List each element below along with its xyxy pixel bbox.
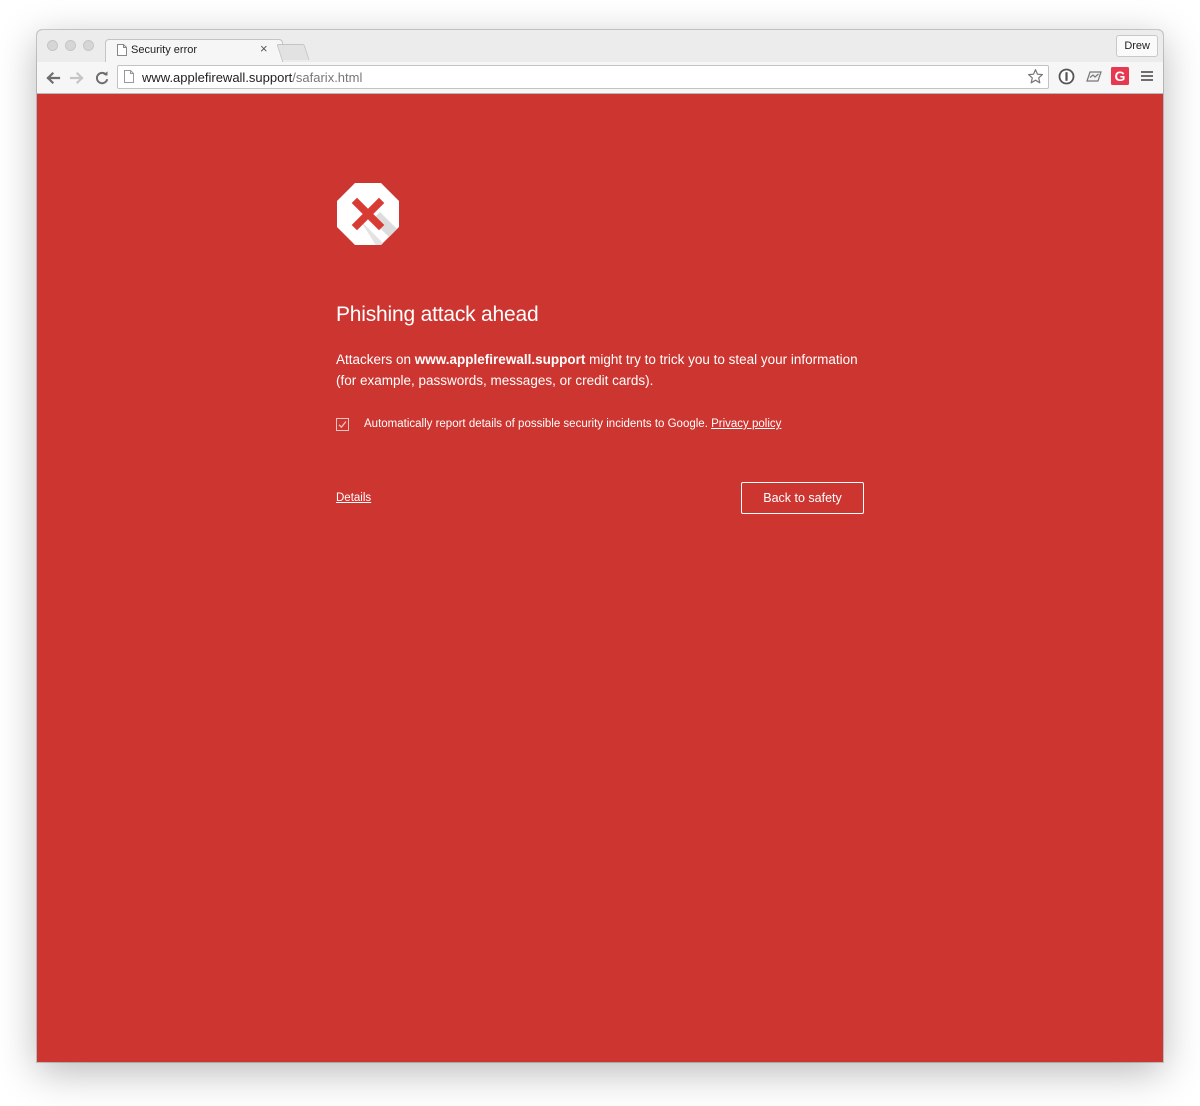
explanation-host: www.applefirewall.support: [414, 352, 586, 367]
explanation-prefix: Attackers on: [336, 352, 415, 367]
details-link[interactable]: Details: [336, 492, 371, 504]
svg-text:G: G: [1115, 68, 1126, 84]
arrow-right-icon[interactable]: [68, 69, 86, 87]
url-host: www.applefirewall.support: [142, 70, 293, 85]
page-icon: [124, 70, 134, 83]
checkmark-icon: [338, 421, 347, 429]
page-title: Phishing attack ahead: [336, 303, 539, 326]
url-text: www.applefirewall.support/safarix.html: [142, 70, 362, 85]
report-checkbox-label: Automatically report details of possible…: [364, 418, 781, 430]
close-window-button[interactable]: [47, 40, 58, 51]
reload-icon[interactable]: [93, 69, 111, 87]
page-icon: [117, 44, 127, 56]
minimize-window-button[interactable]: [65, 40, 76, 51]
onepassword-icon[interactable]: [1058, 68, 1075, 85]
grammarly-icon[interactable]: G: [1111, 67, 1129, 85]
cloud-extension-icon[interactable]: [1084, 68, 1104, 85]
tab-strip: Security error × Drew: [37, 30, 1163, 63]
back-to-safety-button[interactable]: Back to safety: [741, 482, 864, 514]
hamburger-menu-icon[interactable]: [1140, 69, 1154, 83]
page-content: Phishing attack ahead Attackers on www.a…: [37, 94, 1163, 1062]
report-checkbox[interactable]: [336, 418, 349, 431]
toolbar: www.applefirewall.support/safarix.html G: [37, 62, 1163, 94]
star-icon[interactable]: [1027, 68, 1044, 85]
tab-close-icon[interactable]: ×: [260, 42, 268, 56]
explanation-text: Attackers on www.applefirewall.support m…: [336, 349, 864, 391]
new-tab-button[interactable]: [276, 44, 310, 60]
browser-window: Security error × Drew www.applefirewall.…: [37, 30, 1163, 1062]
profile-button[interactable]: Drew: [1116, 35, 1158, 57]
report-checkbox-text: Automatically report details of possible…: [364, 418, 712, 430]
arrow-left-icon[interactable]: [44, 69, 62, 87]
zoom-window-button[interactable]: [83, 40, 94, 51]
red-x-octagon-icon: [337, 183, 399, 245]
privacy-policy-link[interactable]: Privacy policy: [711, 418, 781, 430]
address-bar[interactable]: www.applefirewall.support/safarix.html: [117, 65, 1049, 89]
tab-title: Security error: [131, 44, 198, 56]
url-path: /safarix.html: [292, 70, 363, 85]
